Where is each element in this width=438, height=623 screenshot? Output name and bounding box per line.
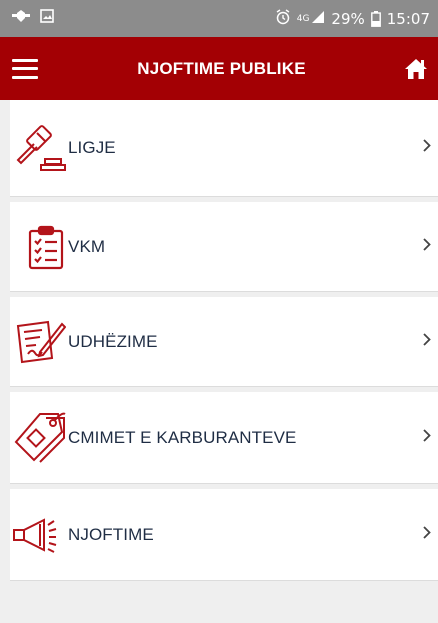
menu-item-label: NJOFTIME [68,524,154,544]
menu-item-label: VKM [68,236,106,256]
chevron-right-icon [422,139,432,158]
battery-percent: 29% [331,9,365,28]
alarm-icon [275,8,291,29]
clock: 15:07 [386,9,430,28]
gallery-icon [40,9,54,28]
menu-item-udhezime[interactable]: UDHËZIME [10,297,438,387]
signal-icon [311,10,325,28]
menu-list: LIGJE VKM UDHËZIME CMIMET E KARBURANTEVE… [10,100,438,581]
gavel-icon [10,122,66,174]
status-indicators: 4G 29% 15:07 [275,8,430,29]
page-title: NJOFTIME PUBLIKE [137,58,306,78]
chevron-right-icon [422,428,432,447]
price-tag-icon [10,410,66,466]
app-bar: NJOFTIME PUBLIKE [0,37,438,100]
menu-item-vkm[interactable]: VKM [10,202,438,292]
clipboard-checklist-icon [10,224,66,270]
hamburger-menu-icon[interactable] [10,56,40,82]
battery-icon [370,10,381,27]
menu-item-ligje[interactable]: LIGJE [10,100,438,197]
megaphone-icon [10,515,66,555]
network-type: 4G [296,13,310,24]
usb-debug-icon [12,9,30,28]
document-signature-icon [10,318,66,366]
chevron-right-icon [422,525,432,544]
menu-item-cmimet-e-karburanteve[interactable]: CMIMET E KARBURANTEVE [10,392,438,484]
chevron-right-icon [422,237,432,256]
status-notifications [12,9,54,28]
chevron-right-icon [422,332,432,351]
menu-item-label: CMIMET E KARBURANTEVE [68,427,297,447]
home-icon[interactable] [403,56,429,82]
menu-item-njoftime[interactable]: NJOFTIME [10,489,438,581]
status-bar: 4G 29% 15:07 [0,0,438,37]
menu-item-label: UDHËZIME [68,331,158,351]
menu-item-label: LIGJE [68,138,116,157]
